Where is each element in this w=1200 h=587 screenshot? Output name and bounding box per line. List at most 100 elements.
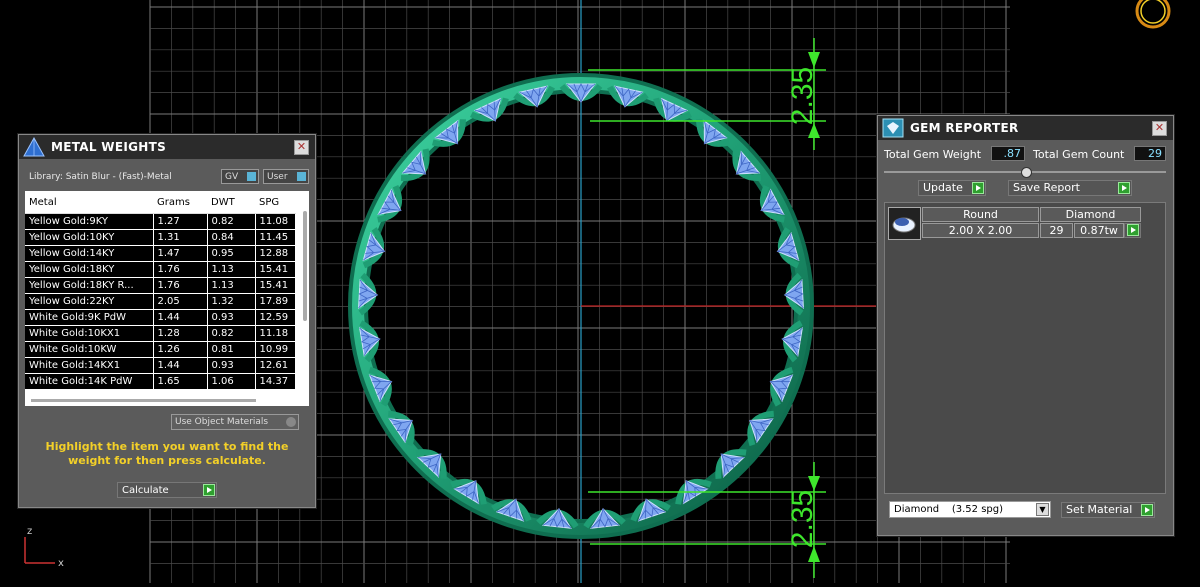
metal-weights-titlebar[interactable]: METAL WEIGHTS ✕ bbox=[19, 135, 315, 159]
table-cell: 1.44 bbox=[153, 309, 208, 326]
table-cell: 12.61 bbox=[255, 357, 296, 374]
table-cell: Yellow Gold:10KY bbox=[25, 229, 154, 246]
column-header-dwt[interactable]: DWT bbox=[207, 191, 255, 214]
close-icon[interactable]: ✕ bbox=[294, 140, 309, 155]
column-header-metal[interactable]: Metal bbox=[25, 191, 153, 214]
toggle-icon bbox=[297, 172, 306, 181]
toggle-icon bbox=[247, 172, 256, 181]
gv-toggle[interactable]: GV bbox=[221, 169, 259, 184]
total-gem-count-label: Total Gem Count bbox=[1033, 148, 1125, 161]
table-cell: 14.37 bbox=[255, 373, 296, 390]
library-label: Library: Satin Blur - (Fast)-Metal bbox=[29, 172, 172, 182]
table-cell: 0.93 bbox=[207, 309, 256, 326]
weight-slider[interactable] bbox=[884, 167, 1166, 178]
gem-details-button[interactable] bbox=[1124, 223, 1141, 238]
dimension-bottom-value: 2.35 bbox=[786, 490, 819, 548]
gv-label: GV bbox=[225, 172, 239, 182]
play-icon bbox=[1118, 182, 1130, 194]
gem-list-item[interactable]: Round Diamond 2.00 X 2.00 29 0.87tw bbox=[888, 207, 1144, 240]
table-cell: 17.89 bbox=[255, 293, 296, 310]
table-row[interactable]: Yellow Gold:10KY 1.31 0.84 11.45 bbox=[25, 229, 296, 246]
play-icon bbox=[972, 182, 984, 194]
gem-reporter-titlebar[interactable]: GEM REPORTER ✕ bbox=[878, 116, 1173, 140]
slider-handle[interactable] bbox=[1021, 167, 1032, 178]
table-cell: 0.81 bbox=[207, 341, 256, 358]
table-cell: 1.13 bbox=[207, 261, 256, 278]
play-icon bbox=[1141, 504, 1153, 516]
table-row[interactable]: White Gold:9K PdW 1.44 0.93 12.59 bbox=[25, 309, 296, 326]
table-hscrollbar[interactable] bbox=[31, 399, 256, 402]
table-cell: White Gold:14K PdW bbox=[25, 373, 154, 390]
ring-thumbnail-icon[interactable] bbox=[1135, 0, 1171, 29]
table-row[interactable]: Yellow Gold:9KY 1.27 0.82 11.08 bbox=[25, 213, 296, 230]
gem[interactable] bbox=[536, 507, 579, 529]
calculate-button[interactable]: Calculate bbox=[117, 482, 217, 498]
table-cell: 12.88 bbox=[255, 245, 296, 262]
close-icon[interactable]: ✕ bbox=[1152, 121, 1167, 136]
table-row[interactable]: White Gold:14K PdW 1.65 1.06 14.37 bbox=[25, 373, 296, 390]
axis-x-label: x bbox=[58, 558, 64, 569]
calculate-label: Calculate bbox=[122, 485, 169, 496]
metal-table: Metal Grams DWT SPG Yellow Gold:9KY 1.27 0… bbox=[25, 191, 296, 390]
save-report-label: Save Report bbox=[1013, 181, 1080, 194]
total-gem-weight-label: Total Gem Weight bbox=[884, 148, 982, 161]
gem-count: 29 bbox=[1040, 223, 1073, 238]
table-cell: 1.76 bbox=[153, 277, 208, 294]
table-cell: 10.99 bbox=[255, 341, 296, 358]
table-cell: White Gold:10KX1 bbox=[25, 325, 154, 342]
column-header-spg[interactable]: SPG bbox=[255, 191, 295, 214]
table-row[interactable]: Yellow Gold:18KY R... 1.76 1.13 15.41 bbox=[25, 277, 296, 294]
table-cell: 0.93 bbox=[207, 357, 256, 374]
table-row[interactable]: Yellow Gold:18KY 1.76 1.13 15.41 bbox=[25, 261, 296, 278]
use-object-materials-toggle[interactable]: Use Object Materials bbox=[171, 414, 299, 430]
gem[interactable] bbox=[583, 507, 626, 529]
table-cell: 1.06 bbox=[207, 373, 256, 390]
gem-list[interactable]: Round Diamond 2.00 X 2.00 29 0.87tw bbox=[884, 202, 1166, 494]
gem-reporter-title: GEM REPORTER bbox=[910, 121, 1019, 135]
table-cell: 1.28 bbox=[153, 325, 208, 342]
table-row[interactable]: White Gold:14KX1 1.44 0.93 12.61 bbox=[25, 357, 296, 374]
update-label: Update bbox=[923, 181, 963, 194]
table-cell: 1.13 bbox=[207, 277, 256, 294]
user-toggle[interactable]: User bbox=[263, 169, 309, 184]
table-cell: White Gold:10KW bbox=[25, 341, 154, 358]
toggle-icon bbox=[286, 417, 296, 427]
save-report-button[interactable]: Save Report bbox=[1008, 180, 1132, 196]
metal-hint: Highlight the item you want to find the … bbox=[45, 440, 289, 467]
metal-weights-title: METAL WEIGHTS bbox=[51, 140, 167, 154]
update-button[interactable]: Update bbox=[918, 180, 986, 196]
metal-weights-panel: METAL WEIGHTS ✕ Library: Satin Blur - (F… bbox=[18, 134, 316, 508]
total-gem-count-value: 29 bbox=[1134, 146, 1166, 161]
table-cell: 0.82 bbox=[207, 213, 256, 230]
user-label: User bbox=[267, 172, 288, 182]
table-cell: 0.95 bbox=[207, 245, 256, 262]
set-material-label: Set Material bbox=[1066, 503, 1133, 516]
material-select[interactable]: Diamond (3.52 spg) ▼ bbox=[889, 501, 1051, 518]
table-cell: 15.41 bbox=[255, 277, 296, 294]
metal-logo-icon bbox=[23, 137, 45, 157]
chevron-down-icon[interactable]: ▼ bbox=[1036, 503, 1049, 516]
table-cell: Yellow Gold:18KY bbox=[25, 261, 154, 278]
set-material-button[interactable]: Set Material bbox=[1061, 502, 1155, 518]
table-cell: 1.44 bbox=[153, 357, 208, 374]
table-cell: 0.82 bbox=[207, 325, 256, 342]
table-cell: 12.59 bbox=[255, 309, 296, 326]
table-header-row: Metal Grams DWT SPG bbox=[25, 191, 295, 214]
gem-thumbnail bbox=[888, 207, 921, 240]
table-row[interactable]: White Gold:10KW 1.26 0.81 10.99 bbox=[25, 341, 296, 358]
table-row[interactable]: Yellow Gold:22KY 2.05 1.32 17.89 bbox=[25, 293, 296, 310]
table-row[interactable]: White Gold:10KX1 1.28 0.82 11.18 bbox=[25, 325, 296, 342]
metal-table-container[interactable]: Metal Grams DWT SPG Yellow Gold:9KY 1.27 0… bbox=[25, 191, 309, 406]
table-cell: White Gold:9K PdW bbox=[25, 309, 154, 326]
table-cell: 1.26 bbox=[153, 341, 208, 358]
column-header-grams[interactable]: Grams bbox=[153, 191, 207, 214]
table-cell: 1.47 bbox=[153, 245, 208, 262]
gem-shape: Round bbox=[922, 207, 1039, 222]
table-cell: Yellow Gold:9KY bbox=[25, 213, 154, 230]
table-row[interactable]: Yellow Gold:14KY 1.47 0.95 12.88 bbox=[25, 245, 296, 262]
table-scrollbar[interactable] bbox=[303, 211, 307, 321]
table-cell: Yellow Gold:22KY bbox=[25, 293, 154, 310]
play-icon bbox=[203, 484, 215, 496]
table-cell: 1.32 bbox=[207, 293, 256, 310]
round-gem-icon bbox=[892, 217, 916, 233]
